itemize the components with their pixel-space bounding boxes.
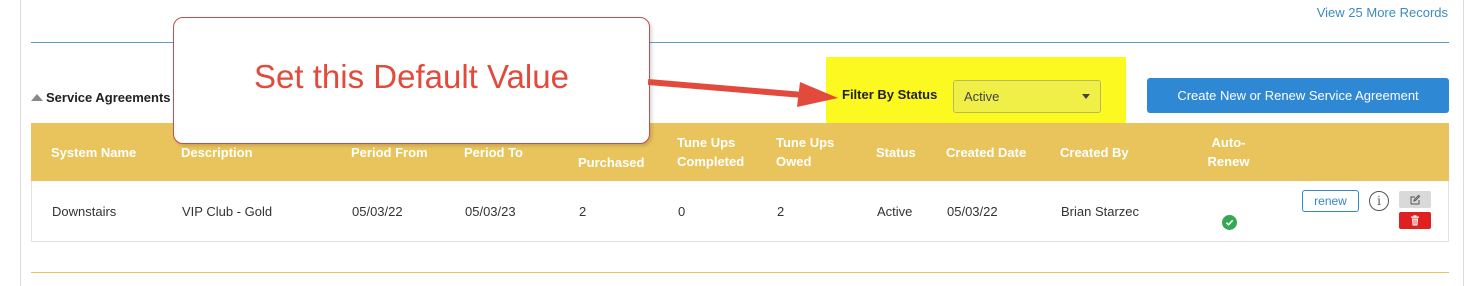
status-filter-value: Active xyxy=(964,89,1000,104)
info-icon[interactable]: i xyxy=(1369,191,1389,211)
section-title: Service Agreements xyxy=(46,90,171,105)
cell-tune-ups-owed: 2 xyxy=(777,203,785,219)
annotation-arrow xyxy=(648,79,838,107)
cell-created-by: Brian Starzec xyxy=(1061,203,1140,219)
col-system-name: System Name xyxy=(51,144,137,160)
col-created-by: Created By xyxy=(1060,144,1129,160)
edit-icon xyxy=(1410,194,1421,204)
delete-button[interactable] xyxy=(1399,212,1431,229)
create-renew-agreement-button[interactable]: Create New or Renew Service Agreement xyxy=(1147,78,1449,113)
check-circle-icon xyxy=(1222,215,1237,230)
cell-description: VIP Club - Gold xyxy=(182,203,273,219)
view-more-records-link[interactable]: View 25 More Records xyxy=(1317,5,1448,20)
cell-tune-ups-purchased: 2 xyxy=(579,203,587,219)
renew-button[interactable]: renew xyxy=(1302,190,1359,212)
col-created-date: Created Date xyxy=(946,144,1027,160)
cell-status: Active xyxy=(877,203,913,219)
divider xyxy=(31,272,1449,273)
col-tune-ups-completed: Tune Ups Completed xyxy=(677,135,745,169)
filter-status-label: Filter By Status xyxy=(842,87,938,102)
cell-created-date: 05/03/22 xyxy=(947,203,998,219)
col-status: Status xyxy=(876,144,916,160)
col-tune-ups-owed: Tune Ups Owed xyxy=(776,135,835,169)
section-toggle-service-agreements[interactable]: Service Agreements xyxy=(31,90,171,105)
caret-up-icon xyxy=(31,94,43,101)
table-row: Downstairs VIP Club - Gold 05/03/22 05/0… xyxy=(31,181,1449,242)
col-auto-renew: Auto-Renew xyxy=(1207,135,1250,169)
right-border xyxy=(1463,0,1464,286)
cell-period-from: 05/03/22 xyxy=(352,203,403,219)
cell-tune-ups-completed: 0 xyxy=(678,203,686,219)
left-border xyxy=(20,0,21,286)
cell-system-name: Downstairs xyxy=(52,203,117,219)
annotation-callout: Set this Default Value xyxy=(173,17,650,144)
trash-icon xyxy=(1411,215,1419,226)
cell-period-to: 05/03/23 xyxy=(465,203,516,219)
chevron-down-icon xyxy=(1082,94,1090,99)
edit-button[interactable] xyxy=(1399,191,1431,208)
status-filter-select[interactable]: Active xyxy=(953,80,1101,113)
annotation-callout-text: Set this Default Value xyxy=(254,58,569,95)
